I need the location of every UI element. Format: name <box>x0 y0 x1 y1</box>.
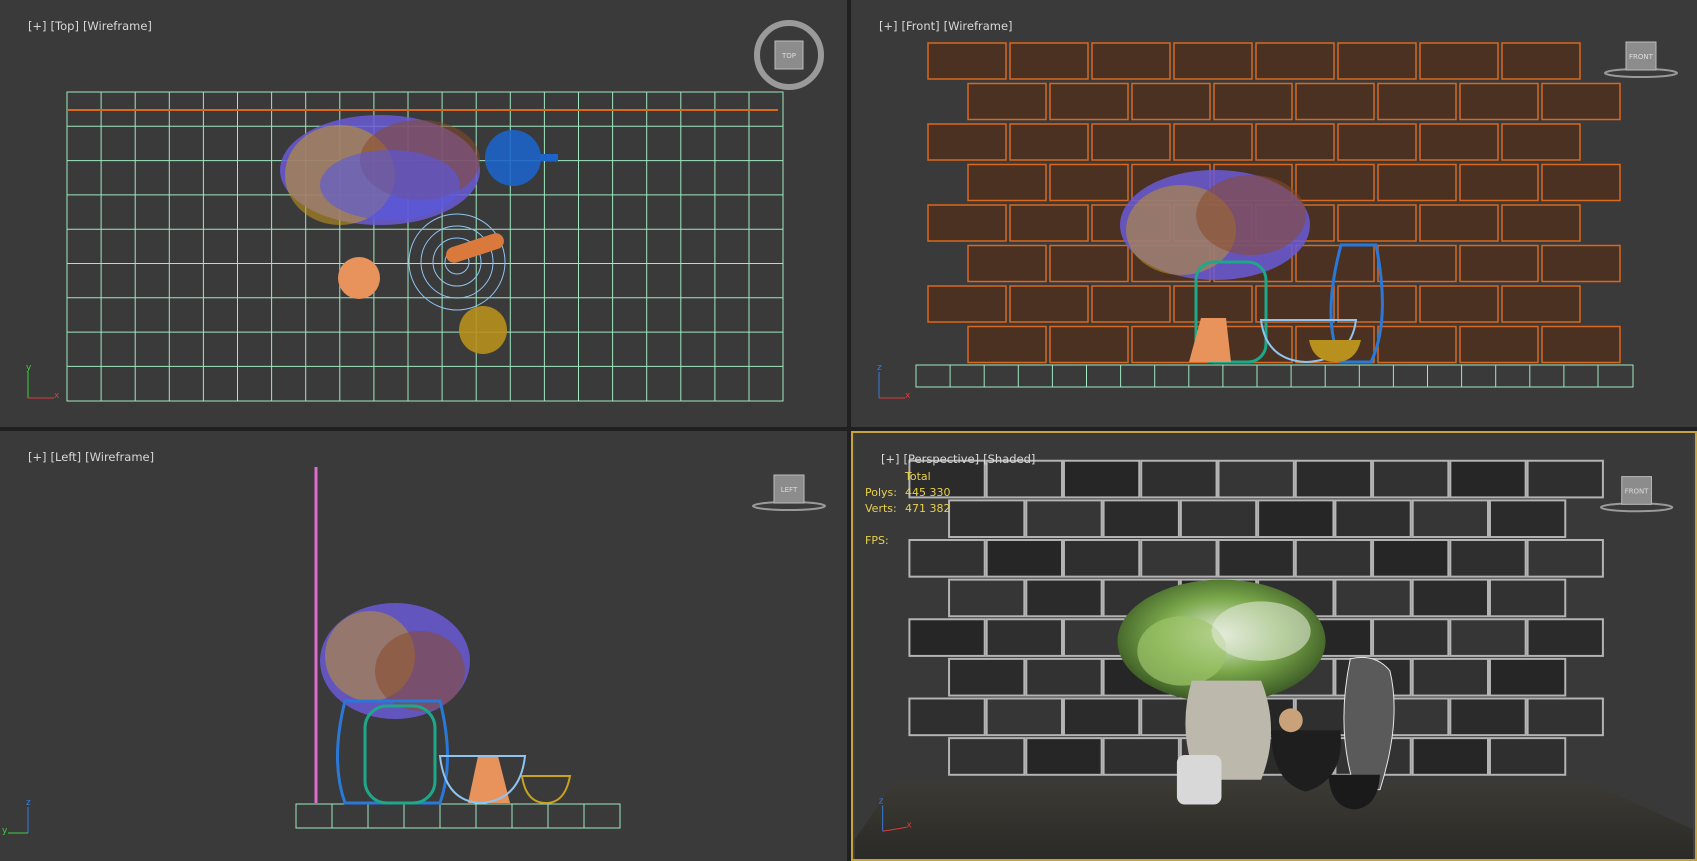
small-bowl-left[interactable] <box>520 775 572 805</box>
small-bowl-wireframe[interactable] <box>459 306 507 354</box>
scene-statistics: Total Polys: 445 330 Verts: 471 382 FPS: <box>865 469 951 549</box>
axis-gizmo: z y <box>2 798 31 836</box>
viewport-layout: y x TOP [+] [Top] [Wireframe] z x FRONT … <box>0 0 1697 861</box>
viewport-shading-mode[interactable]: [Shaded] <box>983 452 1035 466</box>
view-cube-front[interactable]: FRONT <box>1604 41 1678 78</box>
floor-plane-front <box>915 364 1634 388</box>
plant-foliage-wireframe[interactable] <box>280 115 480 225</box>
ginger-shaded[interactable] <box>1278 708 1303 733</box>
viewport-label-top[interactable]: [+] [Top] [Wireframe] <box>6 5 156 47</box>
svg-text:z: z <box>877 363 882 373</box>
viewport-menu-plus[interactable]: [+] <box>879 19 898 33</box>
polys-value: 445 330 <box>905 486 951 499</box>
axis-gizmo: y x <box>26 363 60 401</box>
viewport-shading-mode[interactable]: [Wireframe] <box>944 19 1013 33</box>
svg-text:z: z <box>26 798 31 808</box>
svg-text:FRONT: FRONT <box>1625 487 1649 495</box>
fps-label: FPS: <box>865 534 889 547</box>
verts-value: 471 382 <box>905 502 951 515</box>
svg-text:x: x <box>905 391 911 401</box>
perspective-render[interactable]: z x FRONT <box>853 433 1695 859</box>
top-view-canvas[interactable]: y x TOP <box>0 0 847 427</box>
svg-text:FRONT: FRONT <box>1629 53 1654 61</box>
vase-left[interactable] <box>363 704 437 805</box>
svg-text:y: y <box>2 826 8 836</box>
viewport-menu-plus[interactable]: [+] <box>28 450 47 464</box>
ceramic-cup-shaded[interactable] <box>1176 754 1222 805</box>
viewport-view-name[interactable]: [Front] <box>902 19 940 33</box>
svg-text:x: x <box>906 820 911 830</box>
viewport-shading-mode[interactable]: [Wireframe] <box>85 450 154 464</box>
pestle-wireframe[interactable] <box>444 231 506 265</box>
svg-text:y: y <box>26 363 32 373</box>
svg-text:TOP: TOP <box>781 52 796 60</box>
viewport-perspective[interactable]: z x FRONT [+] [Perspective] [Shaded] Total… <box>851 431 1697 861</box>
view-cube-left[interactable]: LEFT <box>752 474 826 511</box>
left-view-canvas[interactable]: z y LEFT <box>0 431 847 861</box>
axis-gizmo: z x <box>877 363 911 401</box>
teapot-wireframe[interactable] <box>485 130 558 186</box>
polys-label: Polys: <box>865 486 897 499</box>
viewport-view-name[interactable]: [Perspective] <box>904 452 980 466</box>
verts-label: Verts: <box>865 502 897 515</box>
svg-text:x: x <box>54 391 60 401</box>
view-cube-top[interactable]: TOP <box>754 20 824 90</box>
floor-plane-left <box>295 803 621 829</box>
viewport-shading-mode[interactable]: [Wireframe] <box>83 19 152 33</box>
viewport-front[interactable]: z x FRONT [+] [Front] [Wireframe] <box>851 0 1697 427</box>
viewport-view-name[interactable]: [Top] <box>51 19 79 33</box>
viewport-menu-plus[interactable]: [+] <box>28 19 47 33</box>
vase-top-wireframe[interactable] <box>338 257 380 299</box>
viewport-top[interactable]: y x TOP [+] [Top] [Wireframe] <box>0 0 847 427</box>
viewport-view-name[interactable]: [Left] <box>51 450 82 464</box>
viewport-label-left[interactable]: [+] [Left] [Wireframe] <box>6 436 158 478</box>
countertop-shaded[interactable] <box>854 781 1694 859</box>
viewport-label-front[interactable]: [+] [Front] [Wireframe] <box>857 5 1017 47</box>
svg-text:LEFT: LEFT <box>781 486 798 494</box>
svg-text:z: z <box>879 797 884 807</box>
front-view-canvas[interactable]: z x FRONT <box>851 0 1697 427</box>
stats-header: Total <box>905 470 931 483</box>
viewport-left[interactable]: z y LEFT [+] [Left] [Wireframe] <box>0 431 847 861</box>
viewport-menu-plus[interactable]: [+] <box>881 452 900 466</box>
